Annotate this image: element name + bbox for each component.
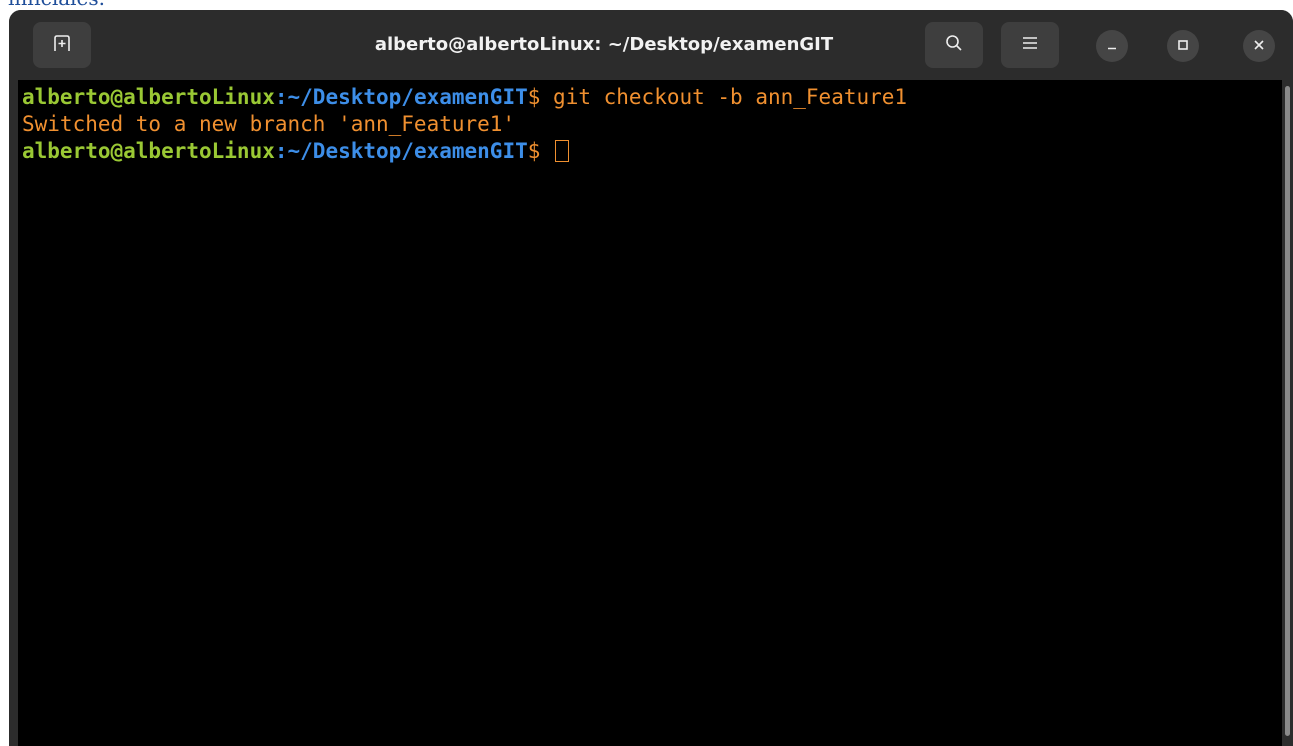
maximize-icon <box>1176 37 1190 56</box>
prompt-symbol: $ <box>527 85 554 109</box>
command-output: Switched to a new branch 'ann_Feature1' <box>22 112 516 136</box>
search-button[interactable] <box>925 22 983 68</box>
prompt-path: :~/Desktop/examenGIT <box>274 139 528 163</box>
new-tab-icon <box>52 33 72 57</box>
search-icon <box>944 33 964 57</box>
new-tab-button[interactable] <box>33 22 91 68</box>
command-text: git checkout -b ann_Feature1 <box>553 85 908 109</box>
prompt-path: :~/Desktop/examenGIT <box>274 85 528 109</box>
minimize-button[interactable] <box>1096 30 1128 62</box>
prompt-user-host: alberto@albertoLinux <box>22 139 275 163</box>
close-button[interactable] <box>1243 30 1275 62</box>
prompt-user-host: alberto@albertoLinux <box>22 85 275 109</box>
maximize-button[interactable] <box>1167 30 1199 62</box>
headerbar: alberto@albertoLinux: ~/Desktop/examenGI… <box>9 10 1293 80</box>
scrollbar-thumb[interactable] <box>1285 86 1290 736</box>
text-cursor <box>555 140 570 162</box>
terminal-line: alberto@albertoLinux:~/Desktop/examenGIT… <box>22 84 1282 111</box>
terminal-window: alberto@albertoLinux: ~/Desktop/examenGI… <box>9 10 1293 746</box>
terminal-line: Switched to a new branch 'ann_Feature1' <box>22 111 1282 138</box>
prompt-symbol: $ <box>527 139 554 163</box>
document-text-fragment: inficiales. <box>8 0 105 10</box>
hamburger-menu-icon <box>1021 34 1039 56</box>
menu-button[interactable] <box>1001 22 1059 68</box>
terminal-output[interactable]: alberto@albertoLinux:~/Desktop/examenGIT… <box>18 80 1282 746</box>
close-icon <box>1252 37 1266 56</box>
terminal-line: alberto@albertoLinux:~/Desktop/examenGIT… <box>22 138 1282 165</box>
window-title: alberto@albertoLinux: ~/Desktop/examenGI… <box>374 34 834 55</box>
minimize-icon <box>1105 37 1119 56</box>
scrollbar[interactable] <box>1282 80 1293 746</box>
